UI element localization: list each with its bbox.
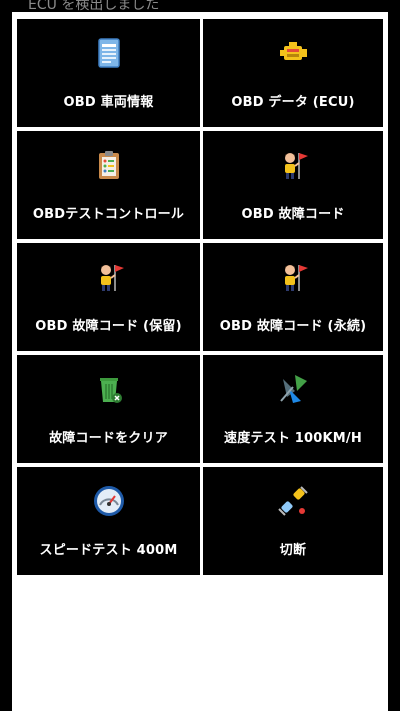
tile-label: OBD 故障コード (永続) bbox=[219, 319, 367, 334]
tile-permanent-codes[interactable]: OBD 故障コード (永続) bbox=[203, 243, 383, 351]
disconnect-plug-icon bbox=[275, 483, 311, 519]
tile-clear-codes[interactable]: 故障コードをクリア bbox=[17, 355, 200, 463]
trash-icon bbox=[91, 371, 127, 407]
document-icon bbox=[91, 35, 127, 71]
tile-label: OBD データ (ECU) bbox=[231, 95, 355, 110]
tile-ecu-data[interactable]: OBD データ (ECU) bbox=[203, 19, 383, 127]
tile-label: OBD 車両情報 bbox=[63, 95, 154, 110]
tile-label: スピードテスト 400M bbox=[39, 543, 178, 558]
tile-vehicle-info[interactable]: OBD 車両情報 bbox=[17, 19, 200, 127]
person-flag-icon bbox=[91, 259, 127, 295]
tile-pending-codes[interactable]: OBD 故障コード (保留) bbox=[17, 243, 200, 351]
tile-label: OBDテストコントロール bbox=[32, 207, 185, 222]
speed-flag-icon bbox=[275, 371, 311, 407]
tile-label: 切断 bbox=[279, 543, 307, 558]
person-flag-icon bbox=[275, 259, 311, 295]
speedometer-icon bbox=[91, 483, 127, 519]
menu-panel: OBD 車両情報 OBD データ (ECU) OBDテストコントロール OBD … bbox=[12, 12, 388, 711]
tile-disconnect[interactable]: 切断 bbox=[203, 467, 383, 575]
tile-label: 速度テスト 100KM/H bbox=[224, 431, 362, 446]
tile-fault-codes[interactable]: OBD 故障コード bbox=[203, 131, 383, 239]
tile-label: 故障コードをクリア bbox=[49, 431, 168, 446]
menu-grid: OBD 車両情報 OBD データ (ECU) OBDテストコントロール OBD … bbox=[17, 19, 383, 575]
tile-label: OBD 故障コード bbox=[241, 207, 345, 222]
tile-speed-test-100[interactable]: 速度テスト 100KM/H bbox=[203, 355, 383, 463]
person-flag-icon bbox=[275, 147, 311, 183]
engine-icon bbox=[275, 35, 311, 71]
tile-label: OBD 故障コード (保留) bbox=[35, 319, 182, 334]
tile-speed-test-400[interactable]: スピードテスト 400M bbox=[17, 467, 200, 575]
clipboard-icon bbox=[91, 147, 127, 183]
tile-test-control[interactable]: OBDテストコントロール bbox=[17, 131, 200, 239]
